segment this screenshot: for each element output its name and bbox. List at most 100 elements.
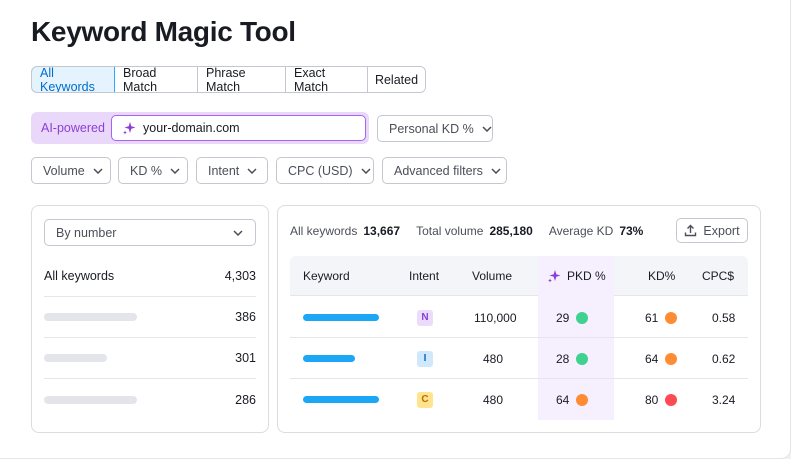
all-keywords-stat-label: All keywords [290, 224, 358, 238]
intent-cell: C [417, 379, 433, 420]
all-keywords-stat-value: 13,667 [363, 224, 401, 238]
pkd-value: 28 [556, 351, 570, 366]
personal-kd-select[interactable]: Personal KD % [377, 115, 493, 142]
tab-broad-match[interactable]: Broad Match [115, 67, 198, 92]
pkd-value: 64 [556, 392, 570, 407]
group-row-all[interactable]: All keywords 4,303 [44, 256, 256, 297]
sparkle-icon [548, 270, 561, 283]
total-volume-stat-label: Total volume [416, 224, 484, 238]
header-kd[interactable]: KD% [648, 256, 675, 296]
keywords-table: Keyword Intent Volume PKD % KD% CPC$ N 1… [290, 256, 748, 420]
ai-powered-bar: AI-powered your-domain.com [31, 112, 369, 144]
sparkle-icon [123, 122, 136, 135]
chevron-down-icon [170, 167, 180, 174]
pkd-cell: 28 [556, 338, 589, 379]
table-row[interactable]: N 110,000 29 61 0.58 [290, 297, 748, 338]
cpc-filter[interactable]: CPC (USD) [276, 157, 374, 184]
group-name-placeholder [44, 354, 107, 362]
cpc-cell: 0.58 [712, 310, 736, 325]
group-count: 386 [235, 310, 256, 324]
ai-powered-label: AI-powered [41, 121, 105, 135]
group-row[interactable]: 286 [44, 379, 256, 420]
kd-filter[interactable]: KD % [118, 157, 188, 184]
chevron-down-icon [482, 125, 492, 132]
keyword-placeholder [303, 314, 379, 321]
keywords-table-panel: All keywords 13,667 Total volume 285,180… [277, 205, 761, 433]
volume-cell: 480 [483, 351, 504, 366]
kd-value: 61 [645, 310, 659, 325]
average-kd-stat-value: 73% [619, 224, 644, 238]
header-volume[interactable]: Volume [472, 256, 512, 296]
kd-cell: 64 [645, 338, 678, 379]
cpc-cell: 0.62 [712, 351, 736, 366]
personal-kd-label: Personal KD % [389, 121, 474, 136]
volume-cell: 110,000 [474, 310, 517, 325]
keyword-placeholder [303, 355, 355, 362]
volume-filter[interactable]: Volume [31, 157, 111, 184]
volume-cell: 480 [483, 392, 504, 407]
header-keyword[interactable]: Keyword [303, 256, 350, 296]
chevron-down-icon [247, 167, 257, 174]
group-name-placeholder [44, 313, 137, 321]
keyword-placeholder [303, 396, 379, 403]
chevron-down-icon [233, 229, 243, 236]
group-row[interactable]: 386 [44, 297, 256, 338]
kd-value: 80 [645, 392, 659, 407]
tab-related[interactable]: Related [368, 67, 425, 92]
sort-select-label: By number [56, 225, 117, 240]
header-pkd[interactable]: PKD % [547, 256, 606, 296]
group-count: 286 [235, 392, 256, 407]
intent-badge: C [417, 391, 433, 408]
tab-phrase-match[interactable]: Phrase Match [198, 67, 286, 92]
difficulty-dot [665, 393, 678, 406]
pkd-cell: 29 [556, 297, 589, 338]
tab-all-keywords[interactable]: All Keywords [32, 67, 115, 92]
export-label: Export [703, 223, 740, 238]
group-all-count: 4,303 [224, 269, 256, 283]
page-title: Keyword Magic Tool [31, 16, 296, 47]
difficulty-dot [576, 352, 589, 365]
keyword-cell [303, 297, 379, 338]
keyword-magic-tool-page: Keyword Magic Tool All Keywords Broad Ma… [0, 0, 791, 459]
intent-filter-label: Intent [208, 163, 240, 178]
intent-cell: I [417, 338, 433, 379]
table-header [290, 256, 748, 296]
keyword-groups-panel: By number All keywords 4,303 386 301 286 [31, 205, 269, 433]
header-cpc[interactable]: CPC$ [702, 256, 734, 296]
intent-cell: N [417, 297, 433, 338]
export-button[interactable]: Export [676, 218, 748, 243]
pkd-value: 29 [556, 310, 570, 325]
advanced-filters[interactable]: Advanced filters [382, 157, 507, 184]
intent-badge: I [417, 350, 433, 367]
table-row[interactable]: C 480 64 80 3.24 [290, 379, 748, 420]
difficulty-dot [665, 352, 678, 365]
domain-input[interactable]: your-domain.com [111, 115, 366, 141]
summary-stats: All keywords 13,667 Total volume 285,180… [290, 224, 659, 238]
header-intent[interactable]: Intent [409, 256, 439, 296]
group-count: 301 [235, 351, 256, 365]
pkd-cell: 64 [556, 379, 589, 420]
group-name-placeholder [44, 395, 137, 404]
cpc-filter-label: CPC (USD) [288, 163, 353, 178]
chevron-down-icon [361, 167, 371, 174]
keyword-cell [303, 338, 355, 379]
volume-filter-label: Volume [43, 163, 85, 178]
sort-select[interactable]: By number [44, 219, 256, 246]
kd-filter-label: KD % [130, 163, 162, 178]
cpc-cell: 3.24 [712, 392, 736, 407]
average-kd-stat-label: Average KD [548, 224, 614, 238]
difficulty-dot [576, 393, 589, 406]
domain-value: your-domain.com [143, 121, 240, 135]
kd-cell: 61 [645, 297, 678, 338]
intent-filter[interactable]: Intent [196, 157, 268, 184]
keyword-cell [303, 379, 379, 420]
tab-exact-match[interactable]: Exact Match [286, 67, 368, 92]
upload-icon [685, 224, 697, 237]
match-type-tabs: All Keywords Broad Match Phrase Match Ex… [31, 66, 426, 93]
table-row[interactable]: I 480 28 64 0.62 [290, 338, 748, 379]
header-pkd-label: PKD % [567, 269, 606, 283]
group-all-label: All keywords [44, 269, 115, 283]
advanced-filters-label: Advanced filters [394, 163, 483, 178]
group-row[interactable]: 301 [44, 338, 256, 379]
intent-badge: N [417, 309, 433, 326]
